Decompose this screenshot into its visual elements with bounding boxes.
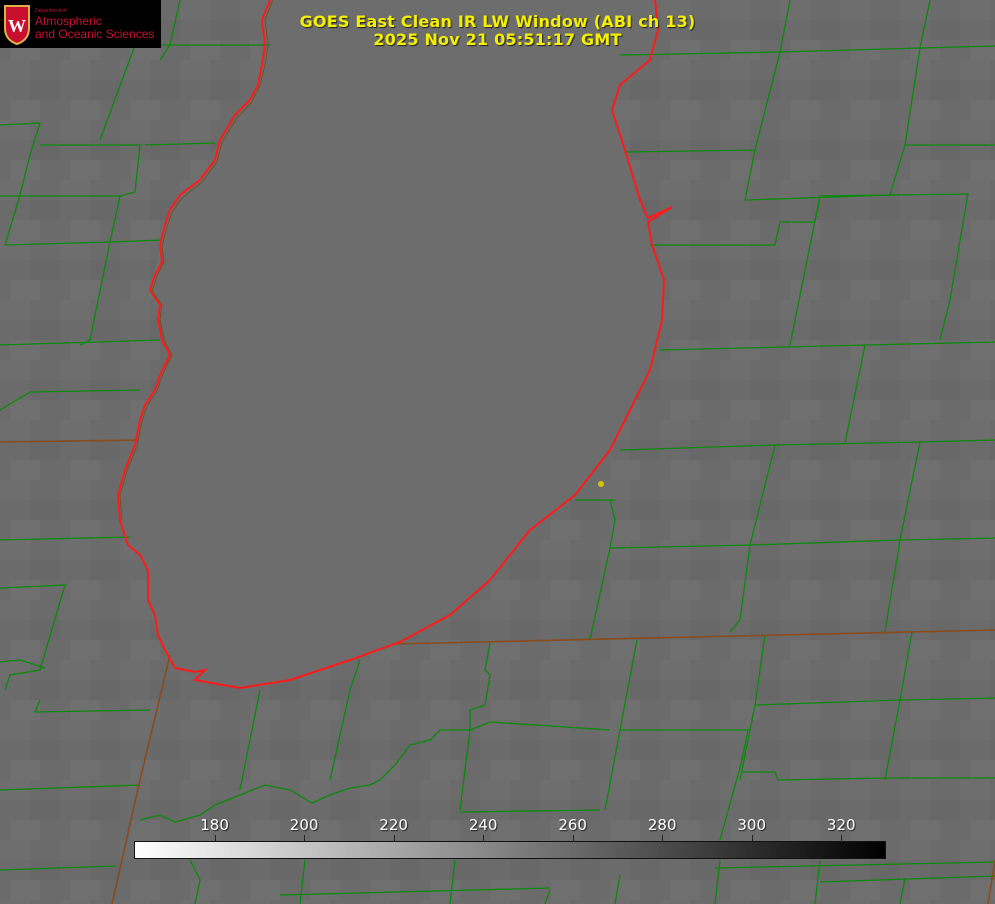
location-marker xyxy=(598,481,604,487)
colorbar-tick-mark xyxy=(393,835,395,841)
colorbar-tick-mark xyxy=(572,835,574,841)
colorbar-tick-mark xyxy=(304,835,306,841)
satellite-map xyxy=(0,0,995,904)
colorbar-tick-mark xyxy=(841,835,843,841)
temperature-colorbar xyxy=(134,841,886,859)
image-timestamp: 2025 Nov 21 05:51:17 GMT xyxy=(373,30,622,49)
colorbar-tick-mark xyxy=(662,835,664,841)
colorbar-tick-label: 240 xyxy=(468,816,498,834)
colorbar-tick-mark xyxy=(214,835,216,841)
colorbar-tick-label: 280 xyxy=(647,816,677,834)
colorbar-tick-label: 300 xyxy=(737,816,767,834)
colorbar-tick-label: 180 xyxy=(200,816,229,834)
image-title: GOES East Clean IR LW Window (ABI ch 13) xyxy=(299,12,696,31)
colorbar-tick-label: 200 xyxy=(289,816,319,834)
colorbar-tick-mark xyxy=(483,835,485,841)
colorbar-tick-label: 320 xyxy=(826,816,856,834)
satellite-image-viewer: W Department of Atmospheric and Oceanic … xyxy=(0,0,995,904)
colorbar-tick-label: 220 xyxy=(379,816,408,834)
colorbar-tick-label: 260 xyxy=(558,816,587,834)
colorbar-tick-mark xyxy=(751,835,753,841)
